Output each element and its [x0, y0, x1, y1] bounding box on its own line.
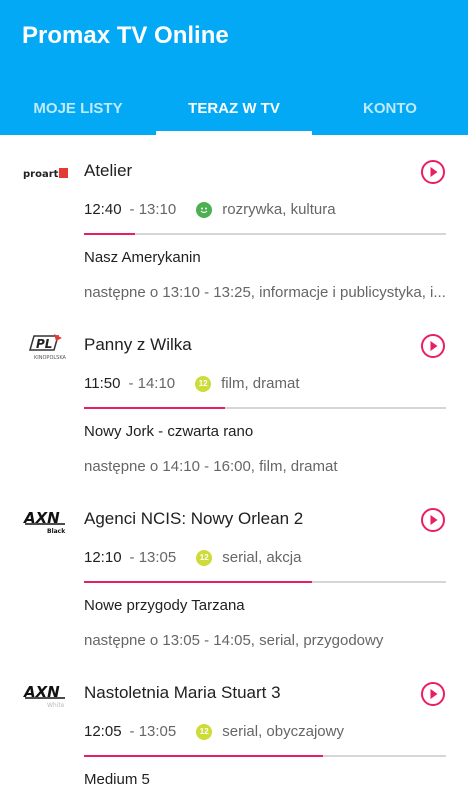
- time-row: 12:10 - 13:05 12 serial, akcja: [84, 549, 301, 566]
- channel-card[interactable]: AXN White Nastoletnia Maria Stuart 3 12:…: [0, 657, 468, 800]
- progress-bar: [84, 581, 446, 583]
- play-icon[interactable]: [420, 333, 446, 359]
- next-program-title: Nasz Amerykanin: [84, 249, 201, 266]
- svg-text:Black: Black: [47, 528, 66, 535]
- end-time: - 13:10: [129, 201, 177, 218]
- rating-12-icon: 12: [196, 549, 213, 566]
- start-time: 12:05: [84, 723, 122, 740]
- time-row: 11:50 - 14:10 12 film, dramat: [84, 375, 300, 392]
- progress-bar: [84, 407, 446, 409]
- svg-text:KINOPOLSKA: KINOPOLSKA: [34, 355, 66, 361]
- tab-moje-listy[interactable]: MOJE LISTY: [0, 82, 156, 135]
- program-title: Nastoletnia Maria Stuart 3: [84, 683, 281, 702]
- end-time: - 13:05: [129, 723, 177, 740]
- progress-fill: [84, 581, 313, 583]
- svg-text:art: art: [42, 169, 59, 180]
- svg-text:PL: PL: [36, 337, 52, 351]
- play-icon[interactable]: [420, 507, 446, 533]
- channel-list: pro art Atelier 12:40 - 13:10 rozrywka, …: [0, 135, 468, 800]
- app-bar: Promax TV Online MOJE LISTY TERAZ W TV K…: [0, 0, 468, 135]
- start-time: 12:40: [84, 201, 122, 218]
- play-icon[interactable]: [420, 681, 446, 707]
- program-title: Agenci NCIS: Nowy Orlean 2: [84, 509, 304, 528]
- next-program-info: następne o 13:10 - 13:25, informacje i p…: [84, 284, 446, 301]
- next-program-info: następne o 13:05 - 14:05, serial, przygo…: [84, 632, 384, 649]
- proart-logo: pro art: [22, 155, 70, 191]
- svg-text:pro: pro: [23, 169, 42, 180]
- genre: rozrywka, kultura: [222, 201, 336, 218]
- program-title: Panny z Wilka: [84, 335, 192, 354]
- time-row: 12:40 - 13:10 rozrywka, kultura: [84, 201, 336, 218]
- play-icon[interactable]: [420, 159, 446, 185]
- tab-bar: MOJE LISTY TERAZ W TV KONTO: [0, 82, 468, 135]
- genre: serial, akcja: [222, 549, 302, 566]
- progress-bar: [84, 755, 446, 757]
- next-program-title: Nowe przygody Tarzana: [84, 597, 245, 614]
- kino-polska-logo: PL KINOPOLSKA: [22, 329, 70, 365]
- time-row: 12:05 - 13:05 12 serial, obyczajowy: [84, 723, 344, 740]
- rating-12-icon: 12: [196, 723, 213, 740]
- start-time: 11:50: [84, 375, 121, 392]
- smiley-rating-icon: [196, 201, 213, 218]
- axn-white-logo: AXN White: [22, 677, 70, 713]
- progress-fill: [84, 407, 226, 409]
- app-title: Promax TV Online: [22, 22, 229, 49]
- channel-card[interactable]: pro art Atelier 12:40 - 13:10 rozrywka, …: [0, 135, 468, 309]
- tab-teraz-w-tv[interactable]: TERAZ W TV: [156, 82, 312, 135]
- end-time: - 13:05: [129, 549, 177, 566]
- progress-fill: [84, 233, 135, 235]
- tab-konto[interactable]: KONTO: [312, 82, 468, 135]
- next-program-title: Medium 5: [84, 771, 150, 788]
- next-program-title: Nowy Jork - czwarta rano: [84, 423, 254, 440]
- svg-text:White: White: [47, 702, 65, 709]
- rating-12-icon: 12: [195, 375, 212, 392]
- program-title: Atelier: [84, 161, 133, 180]
- next-program-info: następne o 14:10 - 16:00, film, dramat: [84, 458, 338, 475]
- progress-bar: [84, 233, 446, 235]
- channel-card[interactable]: PL KINOPOLSKA Panny z Wilka 11:50 - 14:1…: [0, 309, 468, 483]
- channel-card[interactable]: AXN Black Agenci NCIS: Nowy Orlean 2 12:…: [0, 483, 468, 657]
- progress-fill: [84, 755, 323, 757]
- axn-black-logo: AXN Black: [22, 503, 70, 539]
- start-time: 12:10: [84, 549, 122, 566]
- end-time: - 14:10: [128, 375, 176, 392]
- genre: film, dramat: [221, 375, 300, 392]
- genre: serial, obyczajowy: [222, 723, 344, 740]
